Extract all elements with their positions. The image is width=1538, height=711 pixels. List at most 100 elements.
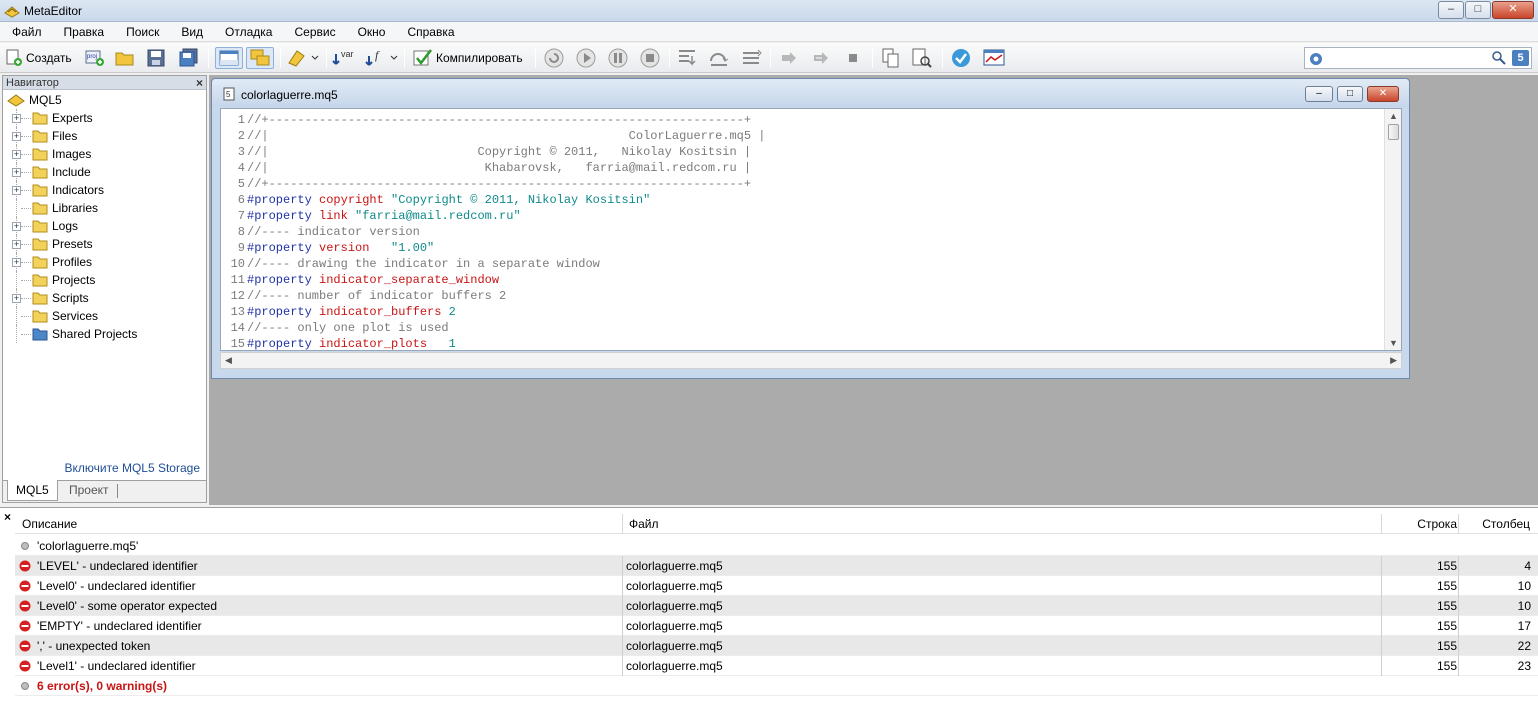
create-button[interactable]: Создать: [4, 47, 72, 69]
expand-icon[interactable]: +: [12, 150, 21, 159]
terminal-button[interactable]: [982, 47, 1006, 69]
editor-minimize-button[interactable]: –: [1305, 86, 1333, 102]
copy-button[interactable]: [880, 47, 902, 69]
menu-tools[interactable]: Сервис: [282, 22, 345, 41]
menu-search[interactable]: Поиск: [114, 22, 169, 41]
error-row[interactable]: 'EMPTY' - undeclared identifier colorlagu…: [15, 616, 1538, 636]
code-line[interactable]: 1//+------------------------------------…: [221, 112, 1385, 128]
scroll-up-icon[interactable]: ▲: [1389, 111, 1398, 121]
menu-edit[interactable]: Правка: [52, 22, 115, 41]
code-line[interactable]: 7 #property link "farria@mail.redcom.ru": [221, 208, 1385, 224]
notification-badge[interactable]: 5: [1512, 50, 1529, 66]
tab-mql5[interactable]: MQL5: [7, 480, 58, 501]
search-input[interactable]: [1327, 49, 1487, 67]
new-project-button[interactable]: proj: [84, 47, 106, 69]
save-all-button[interactable]: [178, 47, 200, 69]
mql5-community-button[interactable]: [950, 47, 972, 69]
code-line[interactable]: 14//---- only one plot is used: [221, 320, 1385, 336]
file-group-row[interactable]: 'colorlaguerre.mq5': [15, 536, 1538, 556]
debug-start-button[interactable]: [575, 47, 597, 69]
insert-variable-button[interactable]: var: [332, 47, 358, 69]
menu-window[interactable]: Окно: [346, 22, 396, 41]
tree-item-images[interactable]: + Images: [3, 145, 203, 163]
column-file[interactable]: Файл: [629, 517, 659, 531]
expand-icon[interactable]: +: [12, 258, 21, 267]
error-row[interactable]: 'Level0' - undeclared identifier colorlag…: [15, 576, 1538, 596]
tree-item-indicators[interactable]: + Indicators: [3, 181, 203, 199]
code-line[interactable]: 6 #property copyright "Copyright © 2011, …: [221, 192, 1385, 208]
code-line[interactable]: 5//+------------------------------------…: [221, 176, 1385, 192]
horizontal-scrollbar[interactable]: ◀ ▶: [220, 352, 1402, 369]
error-row[interactable]: ',' - unexpected token colorlaguerre.mq5 1…: [15, 636, 1538, 656]
debug-restart-button[interactable]: [543, 47, 565, 69]
step-out-button[interactable]: [740, 47, 764, 69]
code-line[interactable]: 11 #property indicator_separate_window: [221, 272, 1385, 288]
tree-item-projects[interactable]: Projects: [3, 271, 203, 289]
save-button[interactable]: [146, 47, 166, 69]
code-editor[interactable]: 1//+------------------------------------…: [220, 108, 1402, 351]
navigator-close-icon[interactable]: ×: [196, 76, 203, 90]
tree-root-mql5[interactable]: MQL5: [3, 91, 203, 109]
styler-button[interactable]: [286, 47, 320, 69]
scroll-thumb[interactable]: [1388, 124, 1399, 140]
tree-item-experts[interactable]: + Experts: [3, 109, 203, 127]
toolbox-close-icon[interactable]: ×: [4, 510, 11, 524]
editor-close-button[interactable]: ✕: [1367, 86, 1399, 102]
editor-restore-button[interactable]: □: [1337, 86, 1363, 102]
code-line[interactable]: 12//---- number of indicator buffers 2: [221, 288, 1385, 304]
compile-button[interactable]: Компилировать: [412, 47, 523, 69]
error-row[interactable]: 'Level1' - undeclared identifier colorlag…: [15, 656, 1538, 676]
tree-item-scripts[interactable]: + Scripts: [3, 289, 203, 307]
insert-function-button[interactable]: f: [365, 47, 401, 69]
toggle-breakpoint-button[interactable]: [778, 47, 800, 69]
tree-item-presets[interactable]: + Presets: [3, 235, 203, 253]
code-line[interactable]: 8//---- indicator version: [221, 224, 1385, 240]
scroll-right-icon[interactable]: ▶: [1390, 355, 1397, 366]
vertical-scrollbar[interactable]: ▲ ▼: [1384, 109, 1401, 350]
column-line[interactable]: Строка: [1381, 517, 1457, 531]
code-line[interactable]: 9 #property version "1.00": [221, 240, 1385, 256]
step-into-button[interactable]: [676, 47, 700, 69]
tab-project[interactable]: Проект: [61, 480, 117, 501]
tree-item-shared-projects[interactable]: Shared Projects: [3, 325, 203, 343]
tree-item-logs[interactable]: + Logs: [3, 217, 203, 235]
scroll-down-icon[interactable]: ▼: [1389, 338, 1398, 348]
code-line[interactable]: 4//| Khabarovsk, farria@mail.redcom.ru |: [221, 160, 1385, 176]
step-over-button[interactable]: [708, 47, 732, 69]
menu-help[interactable]: Справка: [395, 22, 464, 41]
expand-icon[interactable]: +: [12, 222, 21, 231]
expand-icon[interactable]: +: [12, 114, 21, 123]
error-row[interactable]: 'Level0' - some operator expected colorla…: [15, 596, 1538, 616]
tree-item-libraries[interactable]: Libraries: [3, 199, 203, 217]
remove-breakpoints-button[interactable]: [810, 47, 832, 69]
tree-item-files[interactable]: + Files: [3, 127, 203, 145]
minimize-button[interactable]: –: [1438, 1, 1464, 19]
code-line[interactable]: 10//---- drawing the indicator in a sepa…: [221, 256, 1385, 272]
gear-icon[interactable]: [1307, 50, 1325, 68]
code-line[interactable]: 15 #property indicator_plots 1: [221, 336, 1385, 350]
error-row[interactable]: 'LEVEL' - undeclared identifier colorlagu…: [15, 556, 1538, 576]
search-icon[interactable]: [1491, 50, 1507, 66]
debug-pause-button[interactable]: [607, 47, 629, 69]
tree-item-include[interactable]: + Include: [3, 163, 203, 181]
code-line[interactable]: 13 #property indicator_buffers 2: [221, 304, 1385, 320]
maximize-button[interactable]: □: [1465, 1, 1491, 19]
expand-icon[interactable]: +: [12, 294, 21, 303]
print-preview-button[interactable]: [910, 47, 934, 69]
close-button[interactable]: ✕: [1492, 1, 1534, 19]
code-line[interactable]: 2//| ColorLaguerre.mq5 |: [221, 128, 1385, 144]
expand-icon[interactable]: +: [12, 168, 21, 177]
stop-profiling-button[interactable]: [842, 47, 864, 69]
column-description[interactable]: Описание: [22, 517, 77, 531]
expand-icon[interactable]: +: [12, 186, 21, 195]
open-button[interactable]: [114, 47, 136, 69]
menu-file[interactable]: Файл: [0, 22, 52, 41]
menu-debug[interactable]: Отладка: [213, 22, 282, 41]
enable-storage-link[interactable]: Включите MQL5 Storage: [65, 461, 201, 475]
tree-item-profiles[interactable]: + Profiles: [3, 253, 203, 271]
column-column[interactable]: Столбец: [1458, 517, 1530, 531]
toolbox-toggle-button[interactable]: [246, 47, 274, 69]
code-line[interactable]: 3//| Copyright © 2011, Nikolay Kositsin …: [221, 144, 1385, 160]
debug-stop-button[interactable]: [639, 47, 661, 69]
tree-item-services[interactable]: Services: [3, 307, 203, 325]
